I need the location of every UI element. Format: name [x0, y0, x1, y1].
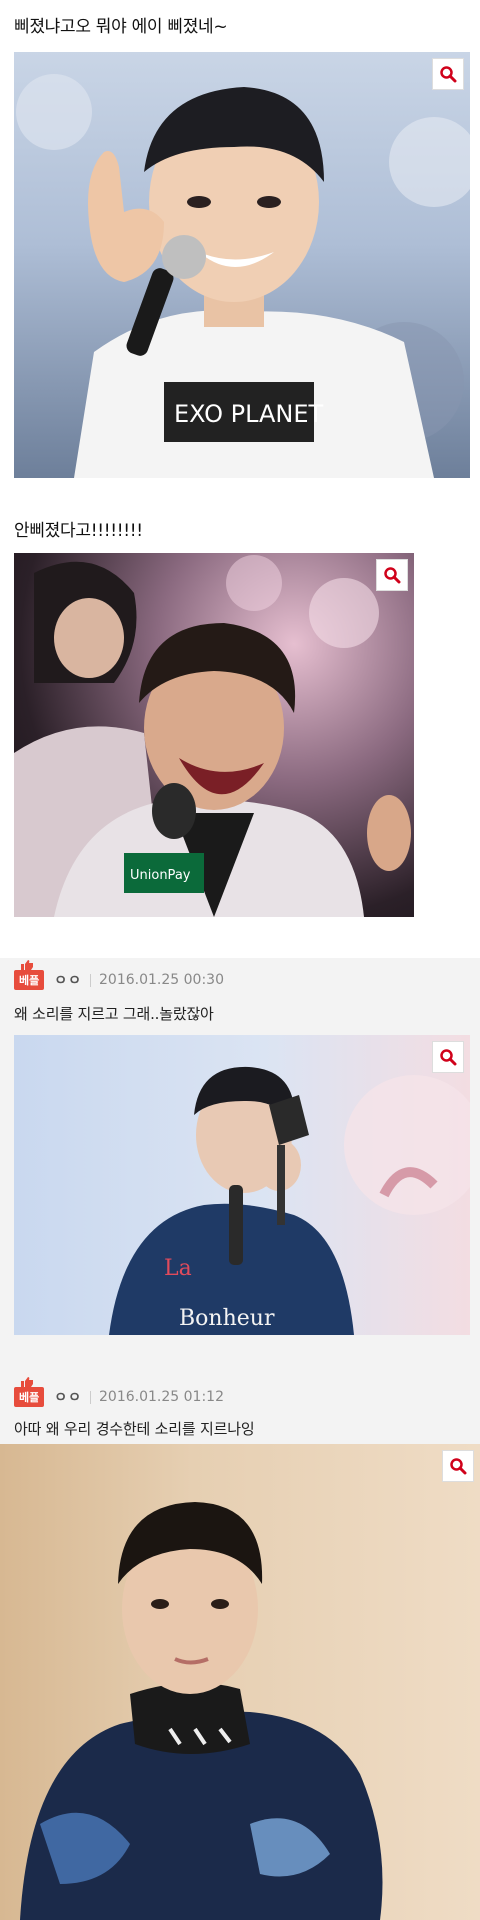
shirt-logo-text: EXO PLANET — [174, 400, 324, 428]
comment-text-2: 아따 왜 우리 경수한테 소리를 지르나잉 — [14, 1420, 255, 1438]
magnifier-icon — [384, 567, 401, 584]
comment-text-1: 왜 소리를 지르고 그래..놀랐잖아 — [14, 1005, 214, 1023]
magnifier-icon — [450, 1458, 467, 1475]
meta-divider — [90, 1390, 92, 1404]
photo-person-3: La Bonheur — [109, 1066, 470, 1335]
photo-person-1: EXO PLANET — [16, 74, 470, 478]
post-image-1[interactable]: EXO PLANET — [14, 52, 470, 478]
sponsor-logo-text: UnionPay — [130, 868, 191, 883]
meta-divider — [90, 973, 92, 987]
photo-person-4 — [20, 1502, 383, 1920]
sweater-logo-text: Bonheur — [179, 1306, 275, 1331]
zoom-button-2[interactable] — [376, 559, 408, 591]
sweater-text: La — [164, 1256, 192, 1281]
comment-timestamp: 2016.01.25 01:12 — [99, 1389, 224, 1405]
comment-image-2[interactable] — [0, 1444, 480, 1920]
best-badge: 베플 — [14, 1377, 45, 1407]
comment-image-1[interactable]: La Bonheur — [14, 1035, 470, 1335]
comment-user[interactable]: ㅇㅇ — [54, 1387, 82, 1407]
zoom-button-1[interactable] — [432, 58, 464, 90]
zoom-button-3[interactable] — [432, 1041, 464, 1073]
post-caption-2: 안삐졌다고!!!!!!!! — [14, 521, 143, 541]
best-badge: 베플 — [14, 960, 45, 990]
post-image-2[interactable]: UnionPay — [14, 553, 414, 917]
comment-user[interactable]: ㅇㅇ — [54, 970, 82, 990]
comment-timestamp: 2016.01.25 00:30 — [99, 972, 224, 988]
magnifier-icon — [440, 66, 457, 83]
photo-person-2: UnionPay — [14, 555, 411, 917]
zoom-button-4[interactable] — [442, 1450, 474, 1482]
comment-meta-2: 베플 ㅇㅇ 2016.01.25 01:12 — [14, 1377, 224, 1407]
magnifier-icon — [440, 1049, 457, 1066]
post-caption-1: 삐졌냐고오 뭐야 에이 삐졌네~ — [14, 17, 228, 37]
comment-meta-1: 베플 ㅇㅇ 2016.01.25 00:30 — [14, 960, 224, 990]
